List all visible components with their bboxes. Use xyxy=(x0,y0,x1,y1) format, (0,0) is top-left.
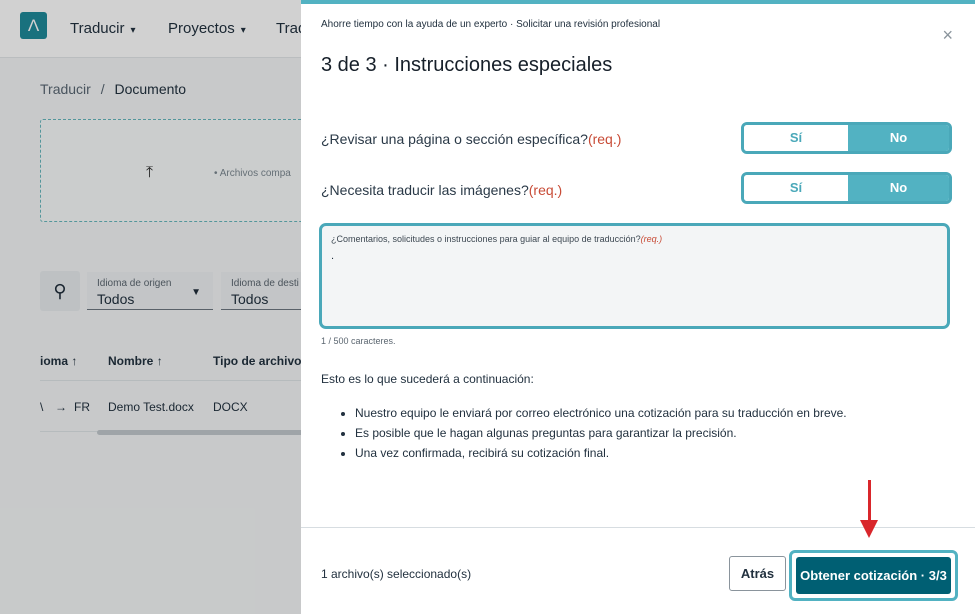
translate-images-toggle: Sí No xyxy=(741,172,952,204)
back-button[interactable]: Atrás xyxy=(729,556,786,591)
option-no[interactable]: No xyxy=(848,175,949,201)
annotation-arrow xyxy=(868,480,871,522)
list-item: Es posible que le hagan algunas pregunta… xyxy=(355,426,847,440)
list-item: Nuestro equipo le enviará por correo ele… xyxy=(355,406,847,420)
option-yes[interactable]: Sí xyxy=(744,125,848,151)
dialog-title: 3 de 3 · Instrucciones especiales xyxy=(321,54,613,76)
question-specific-section: ¿Revisar una página o sección específica… xyxy=(321,131,622,147)
comments-textarea[interactable]: ¿Comentarios, solicitudes o instruccione… xyxy=(319,223,950,329)
annotation-arrow-head xyxy=(860,520,878,538)
comments-value: . xyxy=(331,250,335,262)
quote-button-highlight: Obtener cotización · 3/3 xyxy=(789,550,958,601)
selected-files-count: 1 archivo(s) seleccionado(s) xyxy=(321,567,472,581)
required-marker: (req.) xyxy=(640,234,663,244)
next-steps-list: Nuestro equipo le enviará por correo ele… xyxy=(355,406,847,466)
option-yes[interactable]: Sí xyxy=(744,175,848,201)
close-icon[interactable]: × xyxy=(942,25,953,46)
question-translate-images: ¿Necesita traducir las imágenes?(req.) xyxy=(321,182,563,198)
character-count: 1 / 500 caracteres. xyxy=(321,336,396,346)
required-marker: (req.) xyxy=(587,131,622,147)
next-steps-title: Esto es lo que sucederá a continuación: xyxy=(321,372,534,386)
list-item: Una vez confirmada, recibirá su cotizaci… xyxy=(355,446,847,460)
get-quote-button[interactable]: Obtener cotización · 3/3 xyxy=(796,557,951,594)
comments-label: ¿Comentarios, solicitudes o instruccione… xyxy=(331,234,663,244)
specific-section-toggle: Sí No xyxy=(741,122,952,154)
required-marker: (req.) xyxy=(528,182,563,198)
option-no[interactable]: No xyxy=(848,125,949,151)
dialog-subtitle: Ahorre tiempo con la ayuda de un experto… xyxy=(321,19,661,30)
